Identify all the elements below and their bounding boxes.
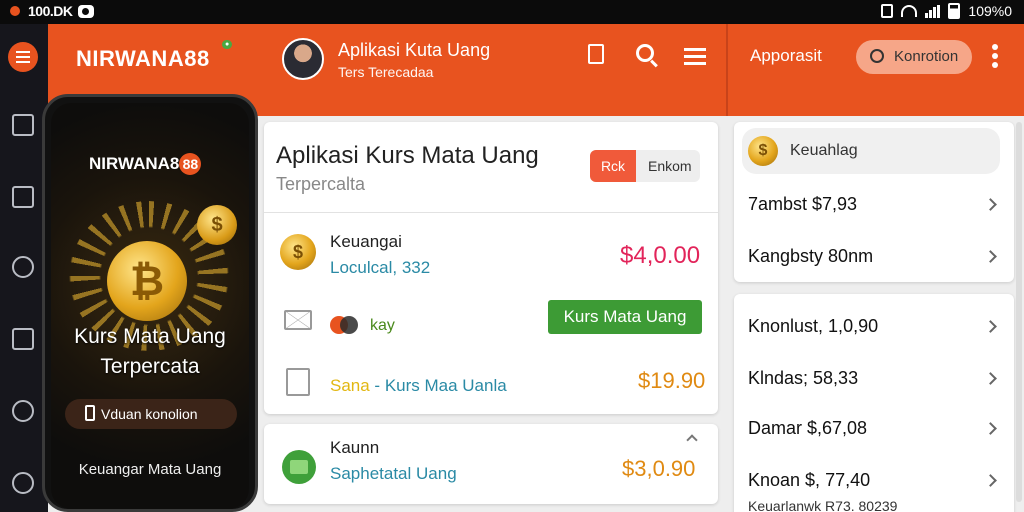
share-icon[interactable] (12, 256, 34, 278)
phone-brand-text: NIRWANA8 (89, 154, 180, 173)
right-panel-title: Apporasit (750, 46, 822, 65)
battery-text: 109%0 (968, 3, 1012, 19)
signal-icon (925, 4, 941, 18)
row-highlight: Sana (330, 376, 370, 395)
app-bar-divider (726, 24, 728, 116)
status-icons: 109%0 (881, 3, 1012, 19)
list-item[interactable]: Knoan $, 77,40 (748, 470, 870, 491)
collapse-icon[interactable] (686, 434, 698, 446)
phone-brand-badge: 88 (179, 153, 202, 175)
compass-icon[interactable] (12, 472, 34, 494)
status-toggle-icon (78, 5, 94, 18)
search-icon (870, 49, 884, 63)
main-card-title: Aplikasi Kurs Mata Uang (276, 142, 539, 169)
phone-footer: Keuangar Mata Uang (78, 461, 222, 478)
phone-screen: NIRWANA8 88 ₿ $ Kurs Mata Uang Terpercata… (51, 103, 249, 509)
battery-icon (948, 3, 961, 19)
right-card-bottom: Knonlust, 1,0,90 Klndas; 58,33 Damar $,6… (734, 294, 1014, 512)
category-pill[interactable]: $ Keuahlag (742, 128, 1000, 174)
search-icon[interactable] (636, 44, 654, 62)
wifi-icon (901, 5, 918, 17)
brand-badge-icon: ● (222, 40, 233, 49)
list-item[interactable]: Knonlust, 1,0,90 (748, 316, 878, 337)
list-item[interactable]: Klndas; 58,33 (748, 368, 858, 389)
recording-icon (10, 6, 20, 16)
phone-cta-button[interactable]: Vduan konolion (65, 399, 237, 429)
main-card-subtitle: Terpercalta (276, 174, 366, 194)
chevron-right-icon[interactable] (984, 422, 997, 435)
edit-icon[interactable] (12, 328, 34, 350)
toggle-option-a[interactable]: Rck (590, 150, 636, 182)
row-label-combined: Sana - Kurs Maa Uanla (330, 376, 507, 396)
app-title: Aplikasi Kuta Uang (338, 40, 491, 60)
row-label: Kurs Maa Uanla (384, 376, 507, 395)
row-name: Keuangai (330, 232, 402, 251)
kurs-button[interactable]: Kurs Mata Uang (548, 300, 702, 334)
phone-mockup: NIRWANA8 88 ₿ $ Kurs Mata Uang Terpercata… (42, 94, 258, 512)
avatar[interactable] (282, 38, 324, 80)
row-name: Kaunn (330, 438, 380, 457)
chevron-right-icon[interactable] (984, 198, 997, 211)
phone-headline-2: Terpercata (100, 355, 200, 378)
phone-icon (85, 405, 95, 421)
list-footer: Keuarlanwk R73. 80239 (748, 498, 898, 512)
chevron-right-icon[interactable] (984, 320, 997, 333)
status-left-text: 100.DK (28, 3, 73, 19)
chevron-right-icon[interactable] (984, 474, 997, 487)
bottom-card[interactable]: Kaunn Saphetatal Uang $3,0.90 (264, 424, 718, 504)
right-card-top: $ Keuahlag 7ambst $7,93 Kangbsty 80nm (734, 122, 1014, 282)
toggle-option-b[interactable]: Enkom (648, 158, 692, 174)
list-item[interactable]: Damar $,67,08 (748, 418, 867, 439)
more-options-icon[interactable] (992, 44, 998, 68)
main-card: Aplikasi Kurs Mata Uang Terpercalta Rck … (264, 122, 718, 414)
list-item[interactable]: 7ambst $7,93 (748, 194, 857, 215)
dollar-coin-icon: $ (197, 205, 237, 245)
mode-toggle[interactable]: Rck Enkom (590, 150, 700, 182)
row-value: $3,0.90 (622, 456, 696, 481)
money-icon (282, 450, 316, 484)
menu-icon[interactable] (8, 42, 38, 72)
phone-brand: NIRWANA8 88 (89, 153, 202, 175)
list-item[interactable]: Kangbsty 80nm (748, 246, 873, 267)
scrollbar[interactable] (1016, 122, 1022, 502)
row-sub: Loculcal, 332 (330, 258, 431, 277)
search-button-label: Konrotion (894, 48, 959, 65)
search-button[interactable]: Konrotion (856, 40, 972, 74)
hamburger-icon[interactable] (684, 44, 710, 70)
chevron-right-icon[interactable] (984, 372, 997, 385)
card-brand-logo-icon (330, 316, 360, 334)
speed-icon[interactable] (12, 400, 34, 422)
status-bar: 100.DK 109%0 (0, 0, 1024, 24)
row-value: $4,0.00 (620, 242, 701, 269)
bitcoin-coin-icon: ₿ (107, 241, 187, 321)
bookmark-icon[interactable] (588, 44, 604, 64)
chevron-right-icon[interactable] (984, 250, 997, 263)
brand-logo[interactable]: NIRWANA88 (76, 46, 210, 72)
coin-icon: $ (748, 136, 778, 166)
side-rail (0, 24, 48, 512)
divider (264, 212, 718, 213)
home-icon[interactable] (12, 186, 34, 208)
sim-icon (881, 4, 894, 18)
phone-cta-label: Vduan konolion (101, 406, 198, 422)
row-value: $19.90 (638, 368, 706, 393)
folder-icon[interactable] (12, 114, 34, 136)
mail-icon (284, 310, 312, 330)
pill-label: Keuahlag (790, 142, 858, 159)
coin-icon: $ (280, 234, 316, 270)
row-sub: Saphetatal Uang (330, 464, 457, 483)
phone-headline: Kurs Mata Uang (74, 325, 226, 348)
row-separator: - (369, 376, 385, 395)
row-label: kay (370, 317, 395, 334)
app-subtitle: Ters Terecadaa (338, 64, 434, 80)
document-chart-icon (286, 368, 310, 396)
